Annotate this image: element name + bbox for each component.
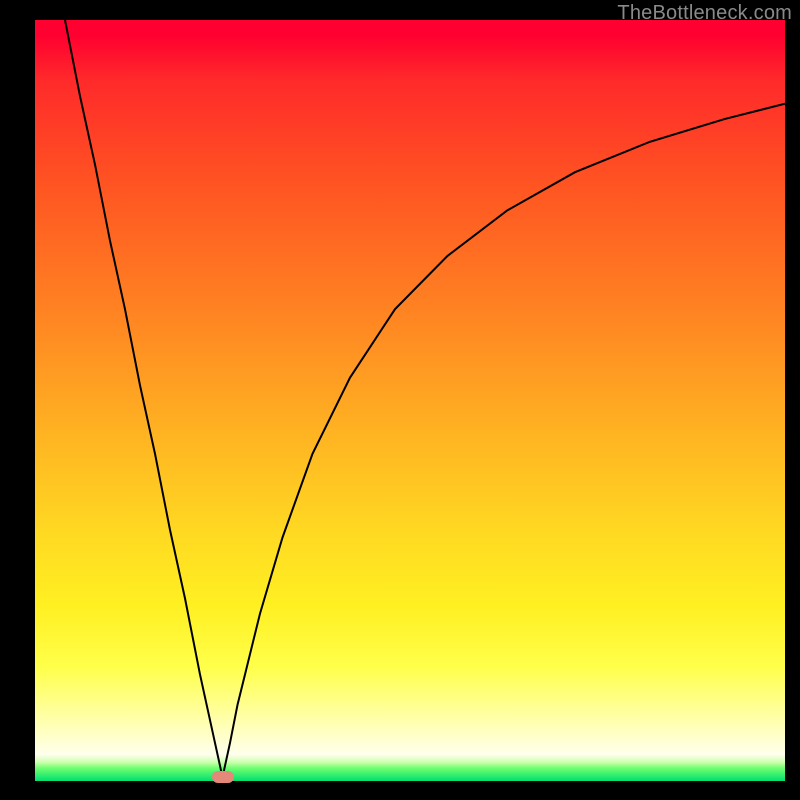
plot-area: [35, 20, 785, 781]
curve-left: [65, 20, 223, 777]
curve-right: [223, 104, 786, 777]
watermark-text: TheBottleneck.com: [617, 2, 792, 25]
curve-min-marker: [212, 771, 234, 783]
curve-svg: [35, 20, 785, 781]
chart-frame: TheBottleneck.com: [0, 0, 800, 800]
